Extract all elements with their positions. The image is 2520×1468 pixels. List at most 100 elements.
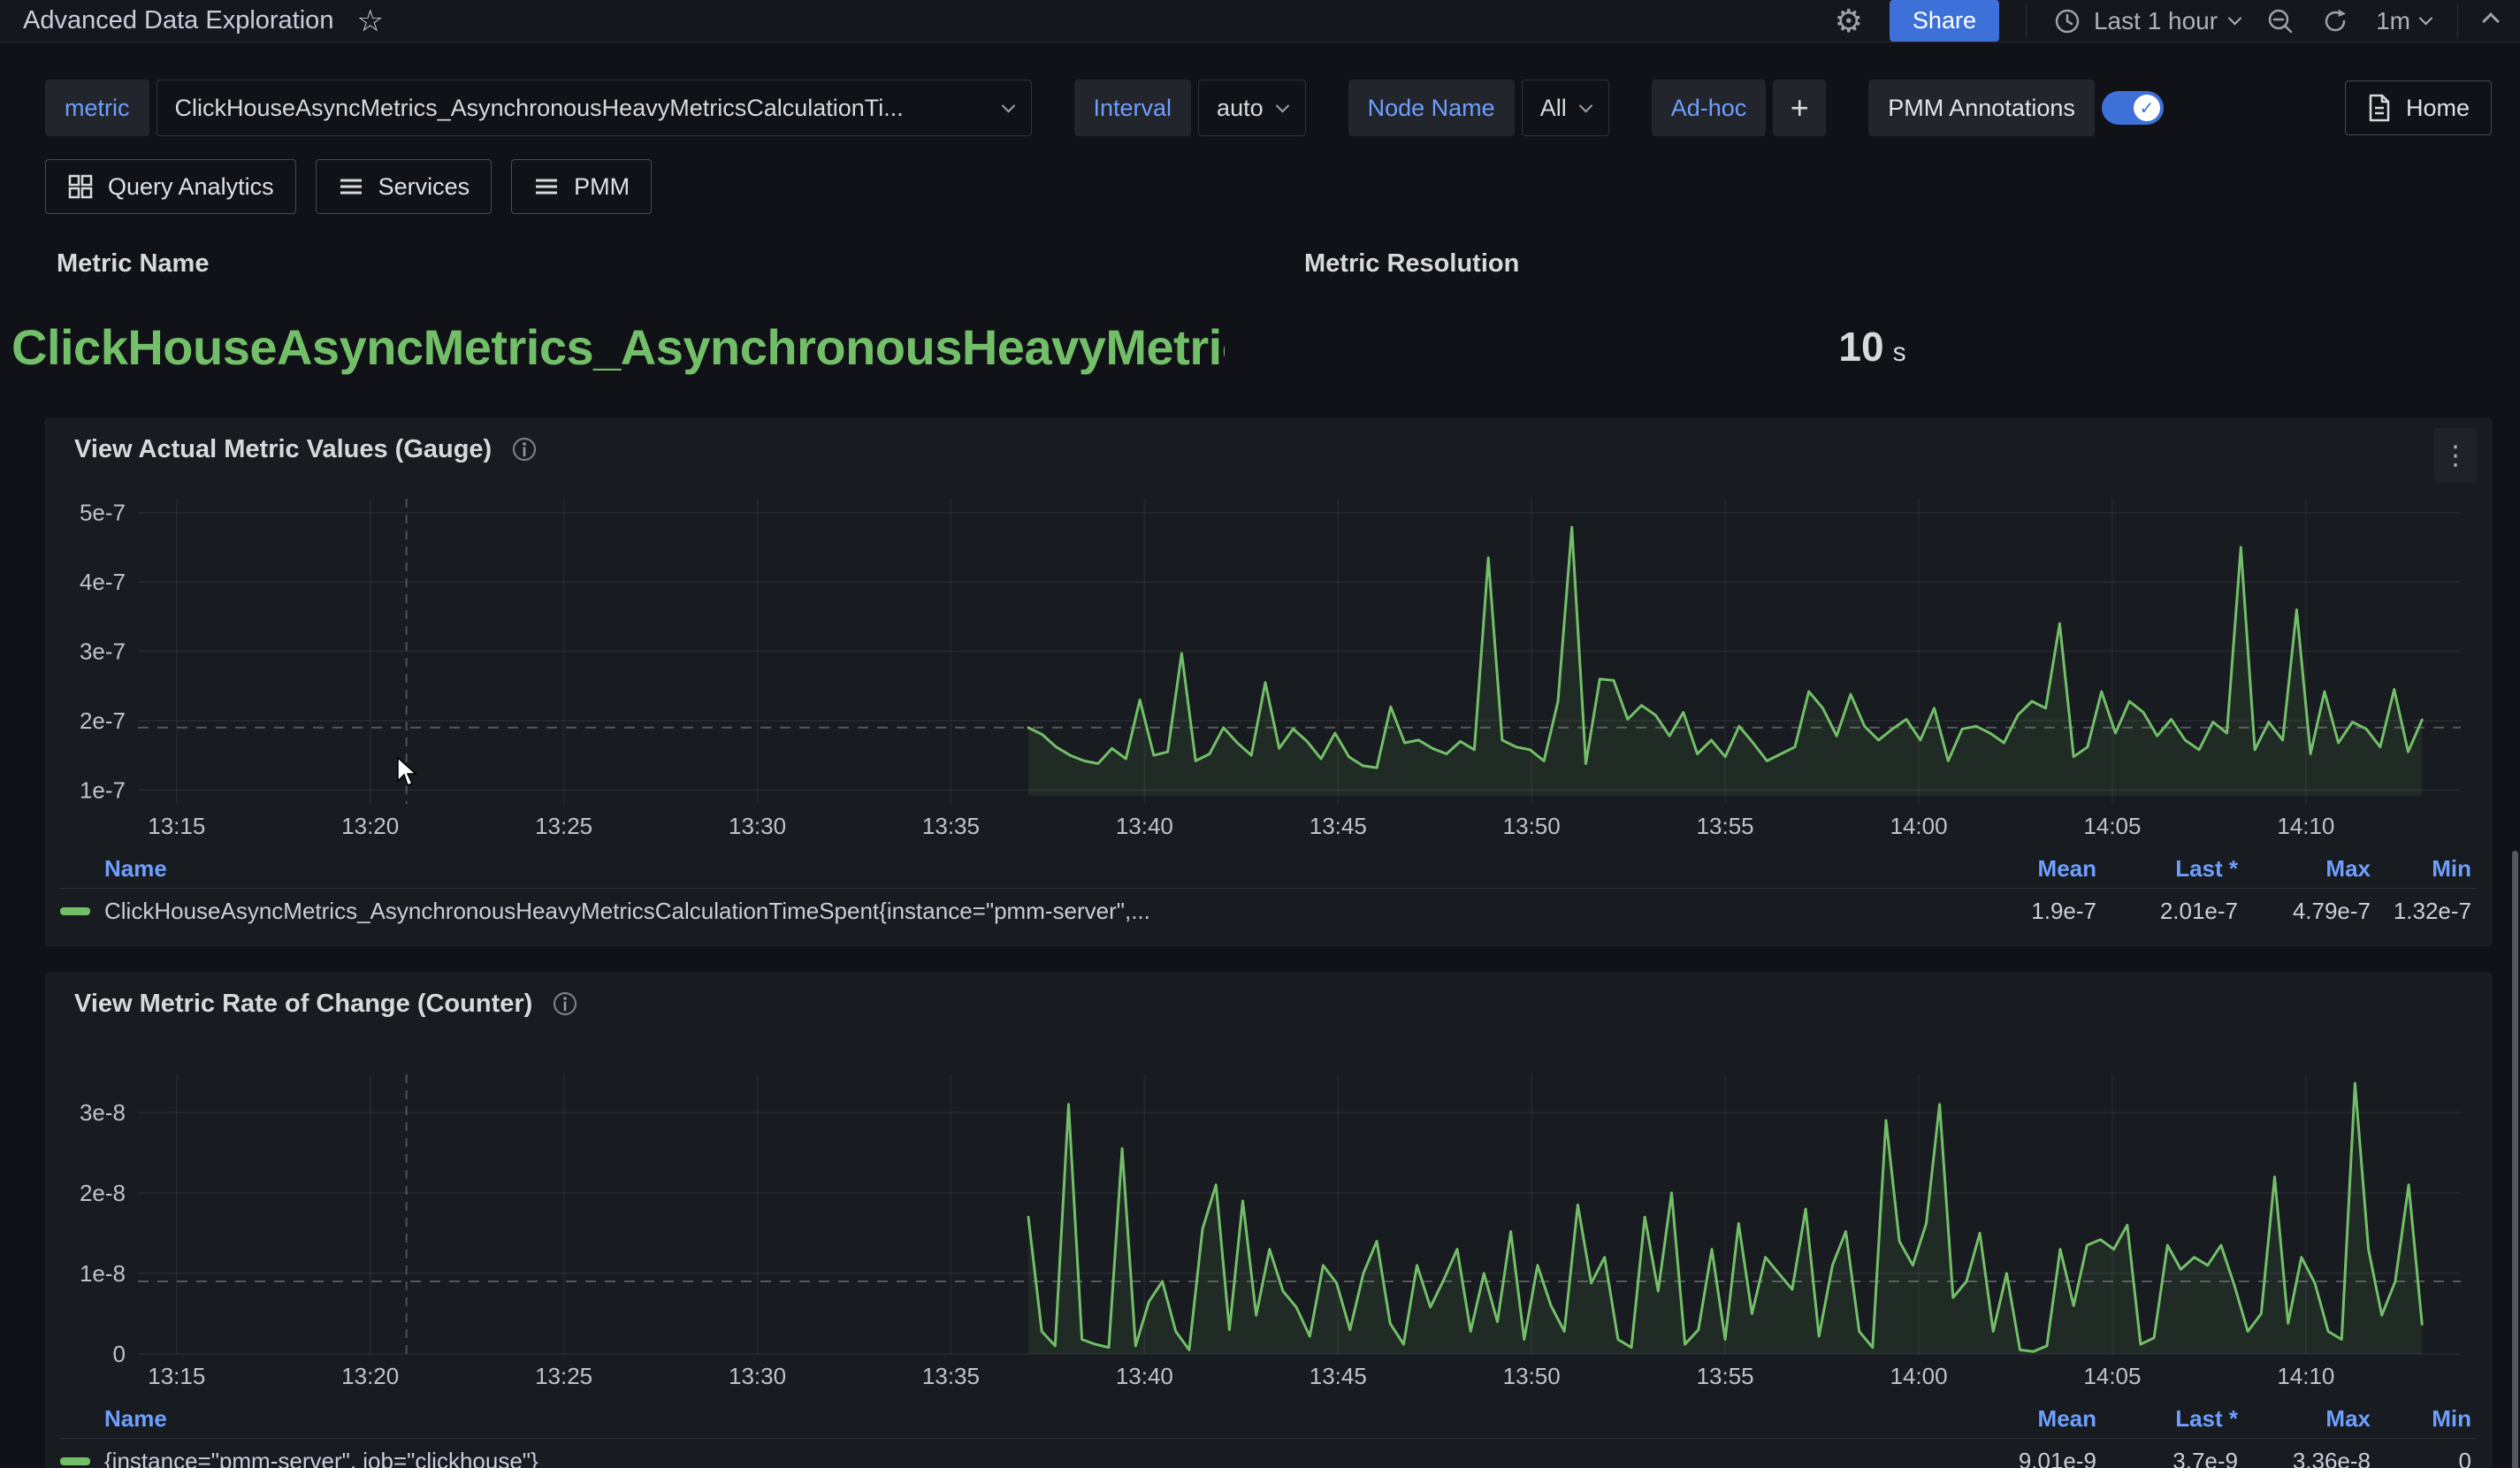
legend-col-last[interactable]: Last * bbox=[2096, 1405, 2238, 1433]
x-axis-tick-label: 14:00 bbox=[1890, 813, 1947, 839]
legend-col-max[interactable]: Max bbox=[2238, 1405, 2371, 1433]
metric-name-value: ClickHouseAsyncMetrics_AsynchronousHeavy… bbox=[11, 318, 1225, 376]
metric-headers-row: Metric Name Metric Resolution bbox=[45, 249, 2492, 279]
legend-col-max[interactable]: Max bbox=[2238, 855, 2371, 883]
x-axis-tick-label: 13:55 bbox=[1697, 1363, 1754, 1389]
node-name-variable-select[interactable]: All bbox=[1522, 80, 1609, 136]
pmm-label: PMM bbox=[574, 173, 630, 201]
chevron-down-icon bbox=[2419, 11, 2433, 26]
legend-col-last[interactable]: Last * bbox=[2096, 855, 2238, 883]
time-range-picker[interactable]: Last 1 hour bbox=[2053, 7, 2240, 35]
gauge-panel: View Actual Metric Values (Gauge) ⋮ 5e-7… bbox=[45, 418, 2492, 946]
legend-col-name[interactable]: Name bbox=[60, 1405, 1964, 1433]
node-name-variable-label: Node Name bbox=[1348, 80, 1515, 136]
x-axis-tick-label: 13:40 bbox=[1116, 813, 1173, 839]
x-axis-tick-label: 13:50 bbox=[1503, 1363, 1561, 1389]
y-axis-tick-label: 0 bbox=[113, 1341, 126, 1367]
home-button-label: Home bbox=[2406, 95, 2470, 122]
series-mean-value: 9.01e-9 bbox=[1964, 1448, 2096, 1468]
services-label: Services bbox=[378, 173, 470, 201]
legend-col-name[interactable]: Name bbox=[60, 855, 1964, 883]
metric-variable-label: metric bbox=[45, 80, 149, 136]
dashboard-title: Advanced Data Exploration bbox=[23, 6, 333, 35]
x-axis-tick-label: 13:35 bbox=[922, 813, 980, 839]
menu-icon bbox=[533, 173, 560, 200]
legend-col-mean[interactable]: Mean bbox=[1964, 855, 2096, 883]
x-axis-tick-label: 13:45 bbox=[1310, 813, 1367, 839]
interval-variable-select[interactable]: auto bbox=[1198, 80, 1306, 136]
series-color-swatch[interactable] bbox=[60, 1457, 90, 1465]
top-navigation-bar: Advanced Data Exploration ☆ ⚙ Share Last… bbox=[0, 0, 2520, 42]
grid-icon bbox=[67, 173, 94, 200]
legend-header: Name Mean Last * Max Min bbox=[60, 1400, 2477, 1439]
clock-icon bbox=[2053, 7, 2081, 35]
refresh-interval-picker[interactable]: 1m bbox=[2376, 7, 2431, 35]
counter-panel-header: View Metric Rate of Change (Counter) bbox=[60, 986, 2477, 1021]
metric-resolution-value: 10s bbox=[1225, 323, 2520, 371]
zoom-out-icon[interactable] bbox=[2266, 7, 2295, 35]
metric-resolution-heading: Metric Resolution bbox=[1304, 249, 1519, 278]
divider bbox=[2457, 4, 2458, 39]
y-axis-tick-label: 3e-8 bbox=[80, 1099, 126, 1126]
x-axis-tick-label: 14:05 bbox=[2083, 813, 2141, 839]
metric-variable-select[interactable]: ClickHouseAsyncMetrics_AsynchronousHeavy… bbox=[157, 80, 1032, 136]
legend-col-mean[interactable]: Mean bbox=[1964, 1405, 2096, 1433]
chevron-down-icon bbox=[1275, 98, 1289, 112]
interval-variable-label: Interval bbox=[1074, 80, 1192, 136]
services-button[interactable]: Services bbox=[316, 159, 493, 214]
series-min-value: 0 bbox=[2371, 1448, 2477, 1468]
collapse-chevron-up-icon[interactable] bbox=[2485, 15, 2497, 27]
x-axis-tick-label: 13:25 bbox=[535, 813, 592, 839]
counter-panel-title[interactable]: View Metric Rate of Change (Counter) bbox=[74, 990, 532, 1019]
legend-col-min[interactable]: Min bbox=[2371, 855, 2477, 883]
info-icon[interactable] bbox=[552, 990, 578, 1017]
refresh-icon[interactable] bbox=[2321, 7, 2349, 35]
favorite-star-icon[interactable]: ☆ bbox=[356, 6, 383, 36]
series-last-value: 3.7e-9 bbox=[2096, 1448, 2238, 1468]
pmm-button[interactable]: PMM bbox=[511, 159, 652, 214]
x-axis-tick-label: 13:30 bbox=[729, 813, 786, 839]
x-axis-tick-label: 14:00 bbox=[1890, 1363, 1947, 1389]
info-icon[interactable] bbox=[511, 436, 538, 463]
gauge-legend: Name Mean Last * Max Min ClickHouseAsync… bbox=[60, 850, 2477, 933]
series-color-swatch[interactable] bbox=[60, 907, 90, 915]
x-axis-tick-label: 13:25 bbox=[535, 1363, 592, 1389]
counter-chart[interactable]: 3e-82e-81e-8013:1513:2013:2513:3013:3513… bbox=[60, 1074, 2478, 1394]
x-axis-tick-label: 13:55 bbox=[1697, 813, 1754, 839]
legend-series-row: ClickHouseAsyncMetrics_AsynchronousHeavy… bbox=[60, 889, 2477, 933]
add-adhoc-filter-button[interactable]: + bbox=[1773, 80, 1826, 136]
y-axis-tick-label: 1e-7 bbox=[80, 776, 126, 803]
series-label[interactable]: {instance="pmm-server", job="clickhouse"… bbox=[104, 1448, 538, 1468]
resolution-unit: s bbox=[1893, 338, 1906, 367]
home-button[interactable]: Home bbox=[2345, 80, 2492, 135]
counter-panel: View Metric Rate of Change (Counter) 3e-… bbox=[45, 973, 2492, 1468]
gauge-panel-title[interactable]: View Actual Metric Values (Gauge) bbox=[74, 435, 492, 464]
series-min-value: 1.32e-7 bbox=[2371, 898, 2477, 925]
query-analytics-button[interactable]: Query Analytics bbox=[45, 159, 296, 214]
series-label[interactable]: ClickHouseAsyncMetrics_AsynchronousHeavy… bbox=[104, 898, 1150, 925]
chevron-down-icon bbox=[1578, 98, 1592, 112]
legend-header: Name Mean Last * Max Min bbox=[60, 850, 2477, 889]
y-axis-tick-label: 5e-7 bbox=[80, 500, 126, 526]
adhoc-filter-label: Ad-hoc bbox=[1652, 80, 1767, 136]
metric-name-heading: Metric Name bbox=[57, 249, 209, 278]
y-axis-tick-label: 3e-7 bbox=[80, 638, 126, 665]
page-scrollbar[interactable] bbox=[2512, 851, 2518, 1468]
share-button[interactable]: Share bbox=[1890, 0, 1999, 42]
x-axis-tick-label: 13:15 bbox=[148, 1363, 205, 1389]
chevron-down-icon bbox=[1001, 98, 1015, 112]
series-last-value: 2.01e-7 bbox=[2096, 898, 2238, 925]
series-max-value: 3.36e-8 bbox=[2238, 1448, 2371, 1468]
refresh-interval-label: 1m bbox=[2376, 7, 2410, 35]
series-max-value: 4.79e-7 bbox=[2238, 898, 2371, 925]
x-axis-tick-label: 13:20 bbox=[341, 813, 399, 839]
panel-menu-kebab-icon[interactable]: ⋮ bbox=[2434, 428, 2477, 483]
settings-gear-icon[interactable]: ⚙ bbox=[1835, 5, 1863, 37]
y-axis-tick-label: 2e-8 bbox=[80, 1180, 126, 1206]
pmm-annotations-toggle[interactable]: ✓ bbox=[2102, 91, 2164, 125]
gauge-chart[interactable]: 5e-74e-73e-72e-71e-713:1513:2013:2513:30… bbox=[60, 499, 2478, 844]
x-axis-tick-label: 14:05 bbox=[2083, 1363, 2141, 1389]
x-axis-tick-label: 13:20 bbox=[341, 1363, 399, 1389]
chevron-down-icon bbox=[2228, 11, 2242, 26]
legend-col-min[interactable]: Min bbox=[2371, 1405, 2477, 1433]
